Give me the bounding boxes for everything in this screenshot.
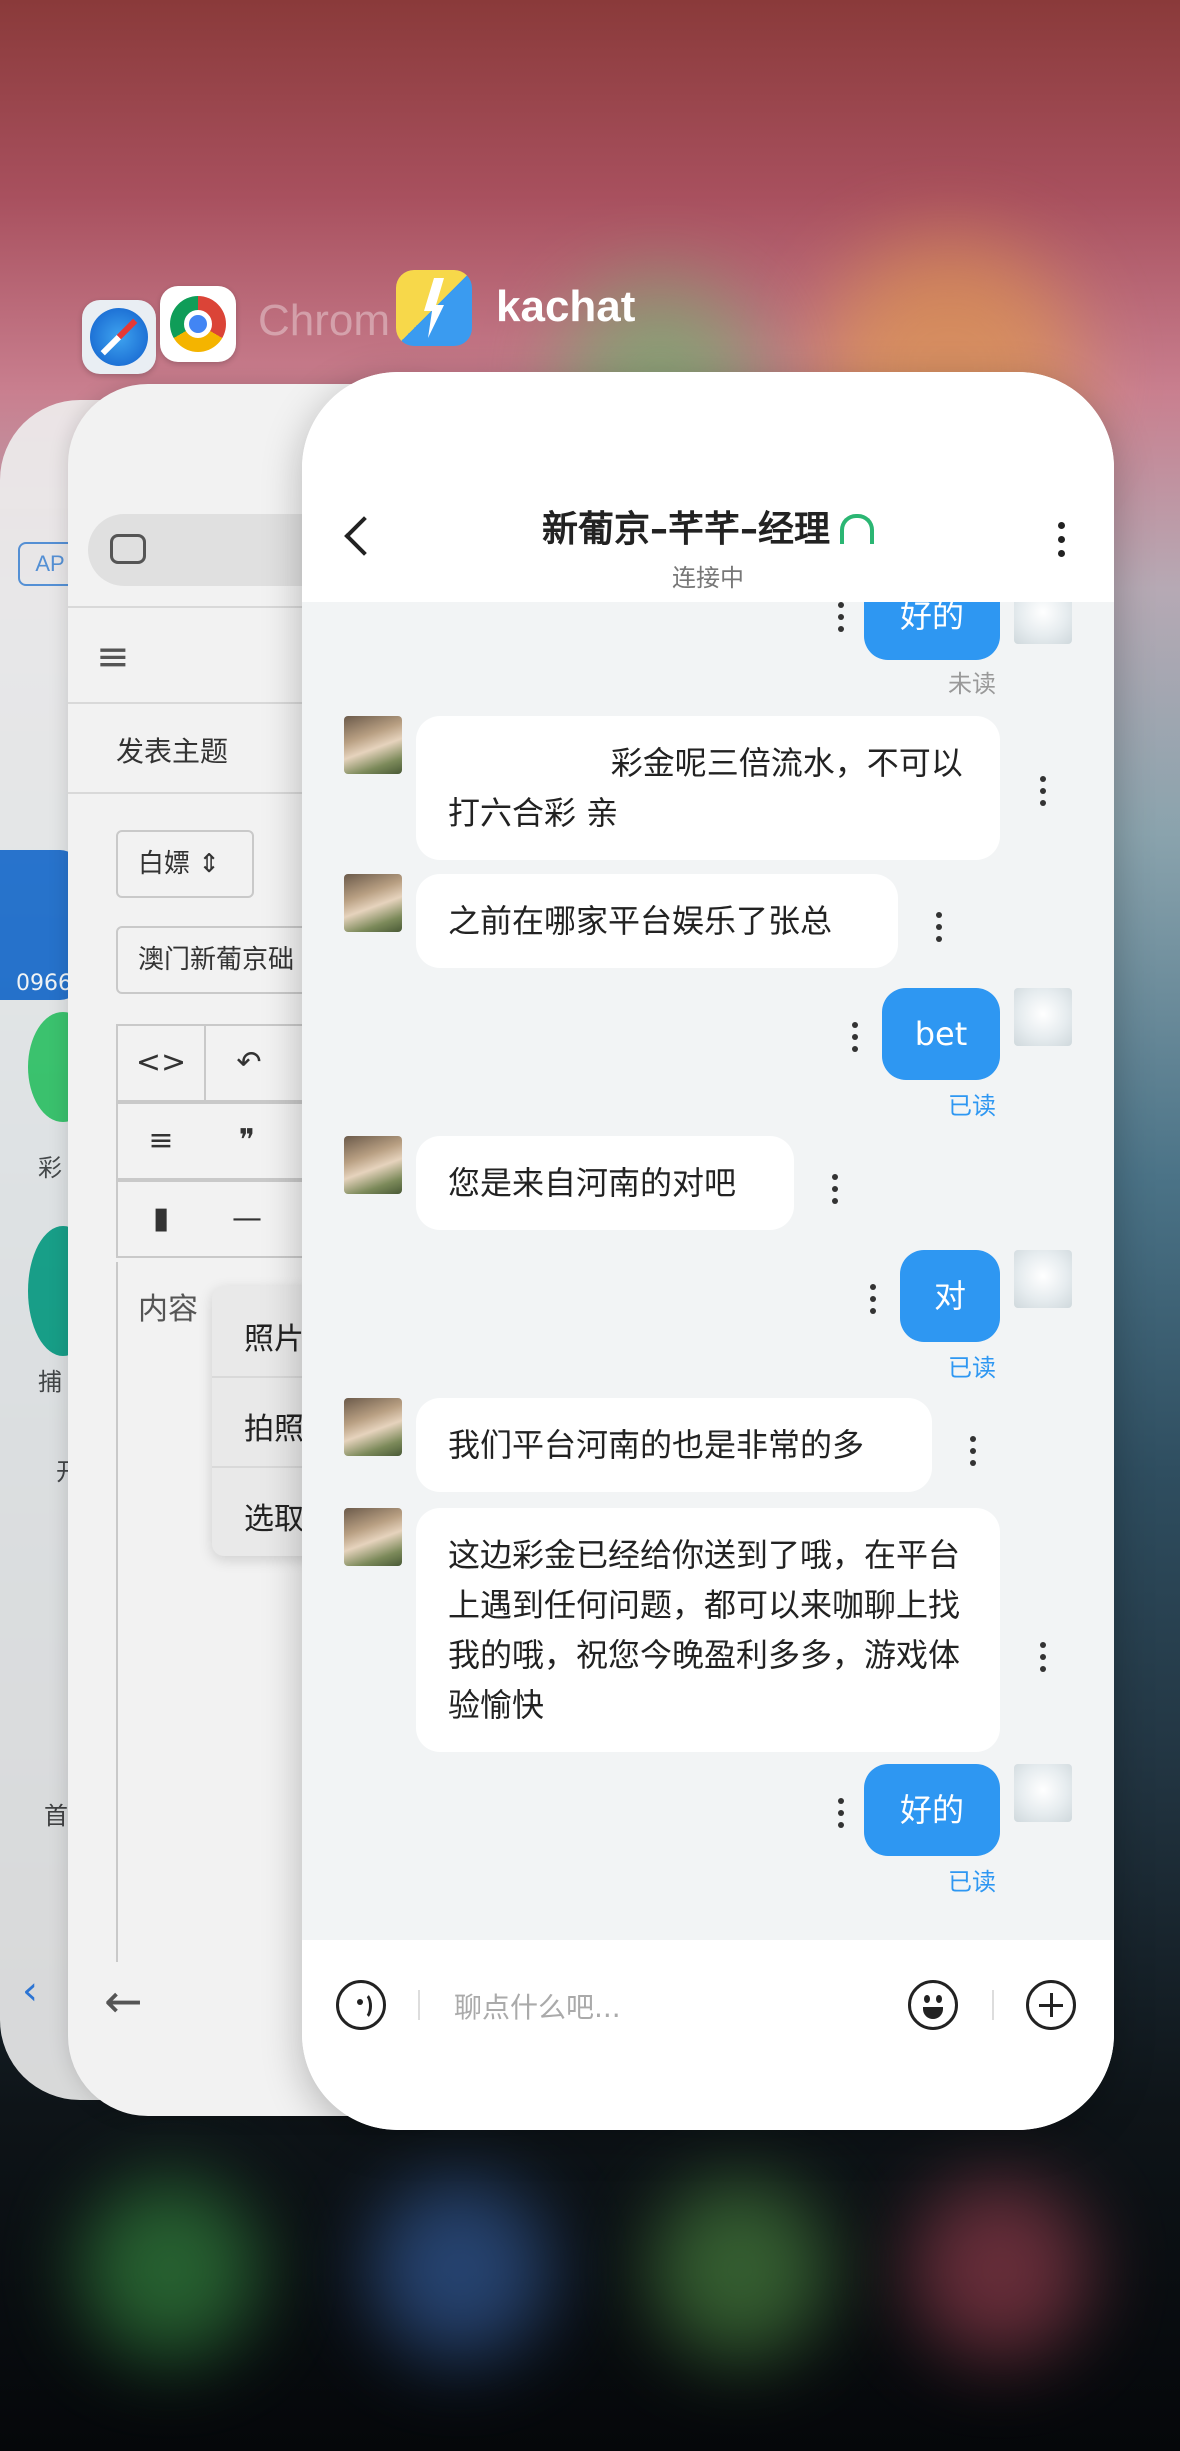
divider (418, 1990, 420, 2020)
chrome-app-label: Chrom (258, 296, 391, 345)
content-label: 内容 (138, 1292, 198, 1327)
dock-app-blob (370, 2180, 550, 2360)
align-button: ≡ (148, 1123, 174, 1158)
phone-fragment: 0966 (16, 971, 72, 996)
back-arrow-icon: ‹ (22, 1968, 38, 2014)
quote-button: ❞ (238, 1123, 256, 1158)
read-status: 已读 (948, 1092, 996, 1120)
message-options-icon[interactable] (838, 602, 844, 632)
message-bubble[interactable]: 这边彩金已经给你送到了哦，在平台上遇到任何问题，都可以来咖聊上找我的哦，祝您今晚… (416, 1508, 1000, 1752)
chat-title: 新葡京–芊芊–经理 (302, 500, 1114, 552)
message-options-icon[interactable] (1040, 776, 1046, 806)
hr-button: — (232, 1201, 262, 1236)
voice-input-icon[interactable] (336, 1980, 386, 2030)
kachat-icon[interactable] (396, 270, 472, 346)
add-attachment-icon[interactable] (1026, 1980, 1076, 2030)
message-options-icon[interactable] (838, 1798, 844, 1828)
menu-icon: ≡ (96, 634, 130, 680)
camera-search-icon (110, 534, 146, 564)
message-options-icon[interactable] (970, 1436, 976, 1466)
read-status: 未读 (948, 670, 996, 698)
message-bubble[interactable]: 彩金呢三倍流水，不可以打六合彩 亲 (416, 716, 1000, 860)
divider (992, 1990, 994, 2020)
my-avatar (1014, 988, 1072, 1046)
message-options-icon[interactable] (870, 1284, 876, 1314)
message-options-icon[interactable] (832, 1174, 838, 1204)
agent-avatar (344, 1398, 402, 1456)
message-bubble[interactable]: 我们平台河南的也是非常的多 (416, 1398, 932, 1492)
message-bubble[interactable]: bet (882, 988, 1000, 1080)
message-list[interactable]: 好的 未读 彩金呢三倍流水，不可以打六合彩 亲 之前在哪家平台娱乐了张总 bet… (302, 602, 1114, 1940)
composer-bar (302, 1940, 1114, 2130)
message-options-icon[interactable] (936, 912, 942, 942)
app-label: 捕 (38, 1368, 62, 1396)
connection-status: 连接中 (672, 564, 744, 592)
agent-avatar (344, 716, 402, 774)
dock-app-blob (910, 2180, 1090, 2360)
more-options-icon[interactable] (1058, 522, 1066, 564)
safari-icon[interactable] (82, 300, 156, 374)
message-bubble[interactable]: 您是来自河南的对吧 (416, 1136, 794, 1230)
my-avatar (1014, 1250, 1072, 1308)
message-bubble[interactable]: 好的 (864, 602, 1000, 660)
my-avatar (1014, 1764, 1072, 1822)
message-input[interactable] (452, 1978, 876, 2036)
bookmark-icon: ▮ (152, 1201, 170, 1236)
dock-app-blob (650, 2180, 830, 2360)
headset-icon (840, 514, 874, 544)
agent-avatar (344, 1508, 402, 1566)
post-title: 发表主题 (116, 735, 229, 768)
app-label: 彩 (38, 1154, 62, 1182)
chrome-icon[interactable] (160, 286, 236, 362)
kachat-app-label: kachat (496, 282, 636, 331)
code-button: <> (135, 1045, 187, 1080)
agent-avatar (344, 1136, 402, 1194)
message-options-icon[interactable] (1040, 1642, 1046, 1672)
message-options-icon[interactable] (852, 1022, 858, 1052)
select-value: 白嫖 (138, 849, 191, 879)
message-bubble[interactable]: 之前在哪家平台娱乐了张总 (416, 874, 898, 968)
message-bubble[interactable]: 对 (900, 1250, 1000, 1342)
agent-avatar (344, 874, 402, 932)
chat-title-text: 新葡京–芊芊–经理 (541, 509, 830, 550)
popup-item-photo: 照片 (244, 1322, 304, 1357)
undo-button: ↶ (204, 1026, 292, 1100)
message-bubble[interactable]: 好的 (864, 1764, 1000, 1856)
my-avatar (1014, 602, 1072, 644)
read-status: 已读 (948, 1354, 996, 1382)
home-tab-label: 首 (44, 1802, 68, 1830)
category-select: 白嫖 ⇕ (116, 830, 254, 898)
emoji-icon[interactable] (908, 1980, 958, 2030)
chat-header: 新葡京–芊芊–经理 连接中 (302, 372, 1114, 602)
popup-item-choose: 选取 (244, 1502, 304, 1537)
dock-app-blob (80, 2180, 260, 2360)
read-status: 已读 (948, 1868, 996, 1896)
app-card-kachat[interactable]: 新葡京–芊芊–经理 连接中 好的 未读 彩金呢三倍流水，不可以打六合彩 亲 之前… (302, 372, 1114, 2130)
back-arrow-icon: ← (104, 1974, 143, 2028)
popup-item-camera: 拍照 (244, 1412, 304, 1447)
